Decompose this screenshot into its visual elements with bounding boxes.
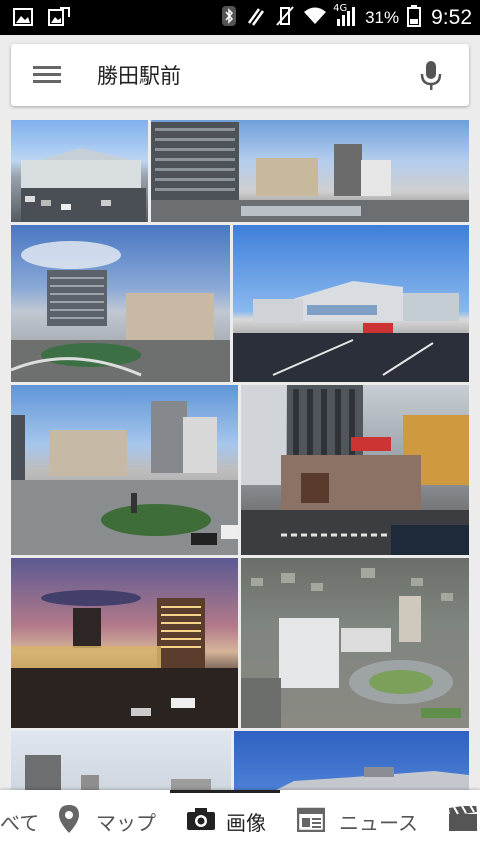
image-result[interactable] bbox=[234, 731, 469, 791]
image-result[interactable] bbox=[233, 225, 469, 382]
image-result[interactable] bbox=[11, 385, 238, 555]
station-blue-sky-photo bbox=[274, 767, 469, 791]
signal-icon: 4G bbox=[333, 2, 357, 31]
status-bar: 4G 31% 9:52 bbox=[0, 0, 480, 35]
night-station-photo bbox=[11, 590, 238, 728]
tab-news-label: ニュース bbox=[339, 811, 418, 835]
station-plaza-photo bbox=[21, 148, 146, 222]
image-result[interactable] bbox=[151, 120, 469, 222]
tower-photo bbox=[25, 755, 211, 791]
video-icon bbox=[448, 804, 478, 837]
street-corner-photo bbox=[241, 385, 469, 555]
battery-icon bbox=[407, 4, 422, 31]
rotary-buildings-photo bbox=[11, 241, 230, 382]
tab-images-label: 画像 bbox=[226, 811, 266, 835]
clock: 9:52 bbox=[431, 5, 472, 29]
aerial-model-photo bbox=[241, 568, 461, 728]
tab-images[interactable]: 画像 bbox=[186, 790, 266, 853]
battery-percent: 31% bbox=[365, 7, 400, 27]
map-pin-icon bbox=[58, 804, 80, 839]
image-result[interactable] bbox=[11, 225, 230, 382]
network-type-label: 4G bbox=[333, 2, 348, 14]
hamburger-menu-icon[interactable] bbox=[33, 62, 61, 88]
city-buildings-photo bbox=[151, 122, 469, 222]
image-result[interactable] bbox=[11, 731, 231, 791]
wifi-icon bbox=[303, 6, 327, 30]
microphone-icon[interactable] bbox=[419, 60, 443, 92]
gallery-notification-icon bbox=[12, 7, 34, 27]
tab-all-label: べて bbox=[0, 811, 40, 835]
station-building-photo bbox=[233, 281, 469, 382]
image-result[interactable] bbox=[11, 558, 238, 728]
news-icon bbox=[296, 806, 326, 837]
plaza-towers-photo bbox=[11, 401, 238, 555]
screenshot-notification-icon bbox=[48, 7, 70, 27]
tab-maps[interactable]: マップ bbox=[58, 790, 156, 853]
image-result[interactable] bbox=[241, 558, 469, 728]
search-type-tabs: べて マップ 画像 ニュース bbox=[0, 790, 480, 853]
tab-maps-label: マップ bbox=[96, 811, 156, 835]
image-result[interactable] bbox=[241, 385, 469, 555]
search-query[interactable]: 勝田駅前 bbox=[97, 60, 181, 90]
bluetooth-icon bbox=[221, 5, 237, 31]
search-bar[interactable]: 勝田駅前 bbox=[11, 44, 469, 106]
tab-news[interactable]: ニュース bbox=[296, 790, 418, 853]
vibrate-off-icon bbox=[275, 5, 295, 31]
tab-all[interactable]: べて bbox=[0, 790, 39, 853]
nfc-icon bbox=[245, 5, 267, 31]
image-result[interactable] bbox=[11, 120, 148, 222]
tab-videos[interactable] bbox=[448, 790, 478, 853]
camera-icon bbox=[186, 807, 216, 836]
